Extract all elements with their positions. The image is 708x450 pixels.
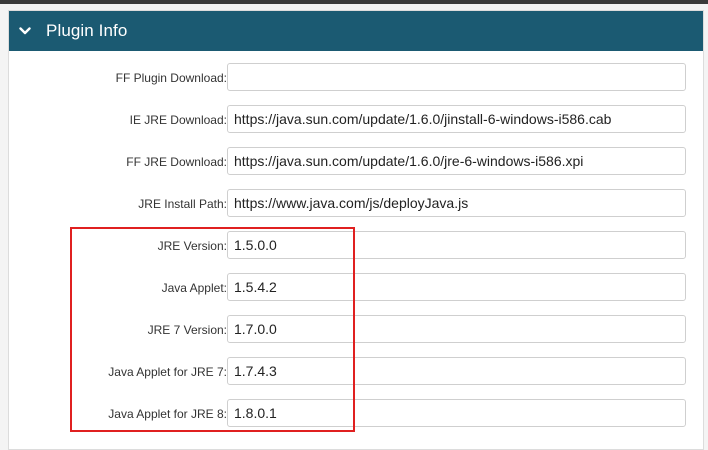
- jre-version-input[interactable]: [227, 231, 686, 259]
- java-applet-jre8-input[interactable]: [227, 399, 686, 427]
- field-row-java-applet-jre8: Java Applet for JRE 8:: [9, 399, 703, 429]
- field-label: Java Applet for JRE 8:: [108, 407, 227, 421]
- field-row-jre-version: JRE Version:: [9, 231, 703, 261]
- top-border: [0, 0, 708, 4]
- ff-jre-download-input[interactable]: [227, 147, 686, 175]
- field-row-jre-install-path: JRE Install Path:: [9, 189, 703, 219]
- jre-install-path-input[interactable]: [227, 189, 686, 217]
- field-label: FF JRE Download:: [126, 155, 227, 169]
- field-row-java-applet-jre7: Java Applet for JRE 7:: [9, 357, 703, 387]
- field-label: Java Applet:: [161, 281, 227, 295]
- plugin-info-panel: Plugin Info FF Plugin Download: IE JRE D…: [8, 10, 704, 450]
- field-label: JRE 7 Version:: [147, 323, 227, 337]
- field-label: JRE Version:: [157, 239, 227, 253]
- panel-header[interactable]: Plugin Info: [9, 11, 703, 51]
- ie-jre-download-input[interactable]: [227, 105, 686, 133]
- panel-title: Plugin Info: [46, 21, 128, 40]
- java-applet-input[interactable]: [227, 273, 686, 301]
- field-label: IE JRE Download:: [129, 113, 227, 127]
- field-label: Java Applet for JRE 7:: [108, 365, 227, 379]
- field-label: JRE Install Path:: [138, 197, 227, 211]
- field-row-ff-plugin-download: FF Plugin Download:: [9, 63, 703, 93]
- field-row-jre7-version: JRE 7 Version:: [9, 315, 703, 345]
- jre7-version-input[interactable]: [227, 315, 686, 343]
- field-row-java-applet: Java Applet:: [9, 273, 703, 303]
- field-row-ff-jre-download: FF JRE Download:: [9, 147, 703, 177]
- ff-plugin-download-input[interactable]: [227, 63, 686, 91]
- java-applet-jre7-input[interactable]: [227, 357, 686, 385]
- field-label: FF Plugin Download:: [115, 71, 227, 85]
- chevron-down-icon[interactable]: [18, 26, 32, 36]
- field-row-ie-jre-download: IE JRE Download:: [9, 105, 703, 135]
